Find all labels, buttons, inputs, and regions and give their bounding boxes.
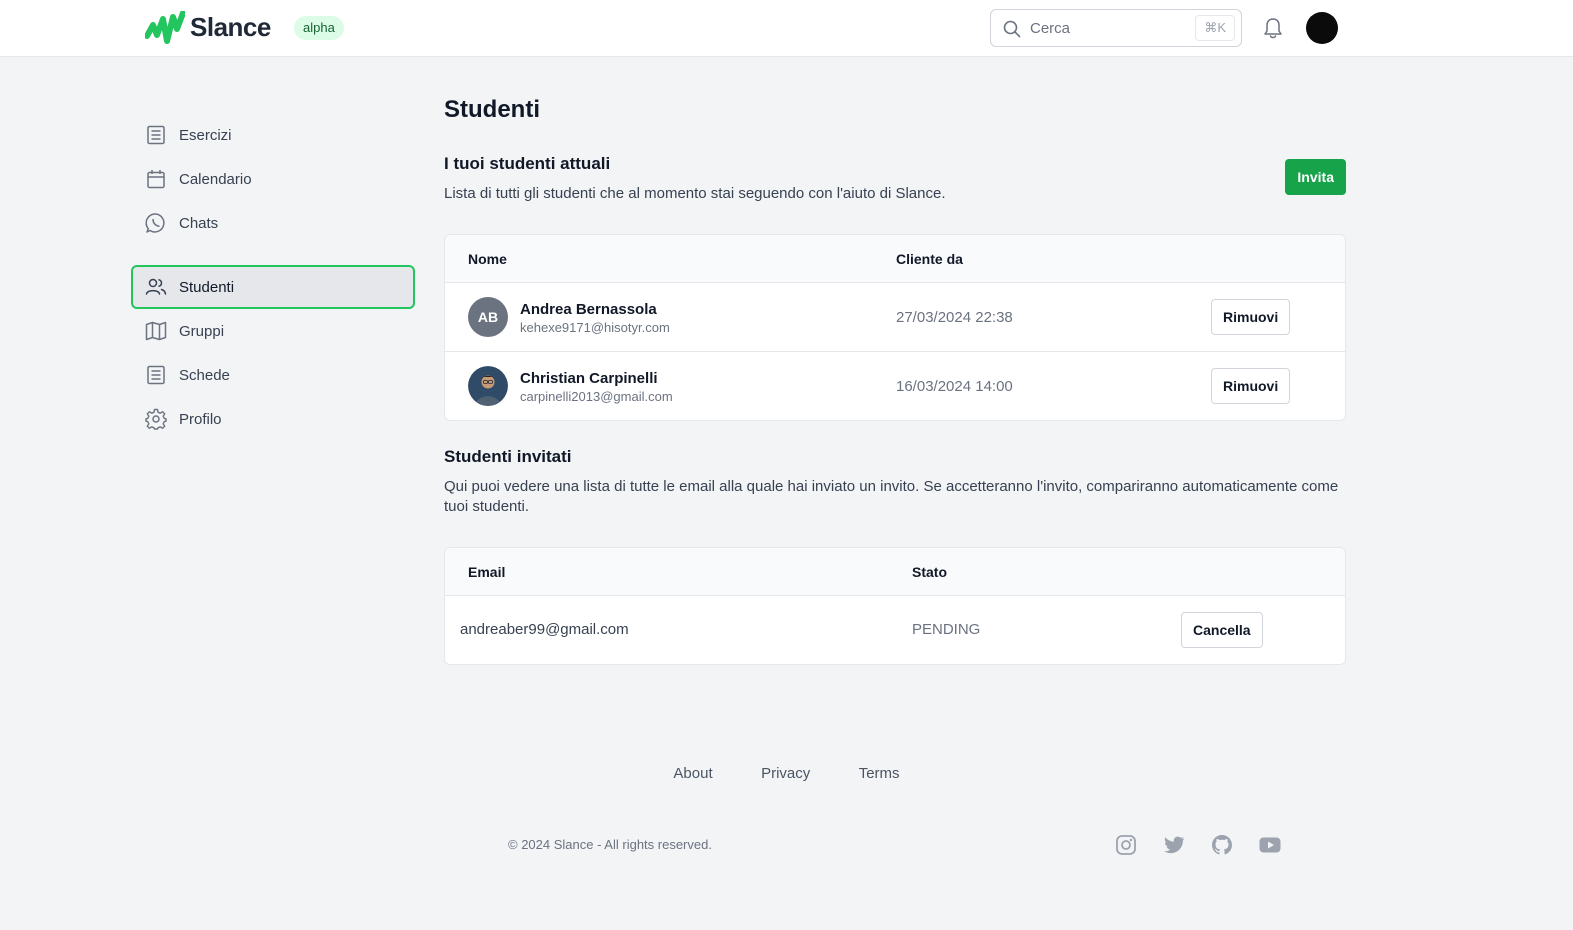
instagram-icon[interactable] [1115, 834, 1137, 856]
column-header-cliente-da: Cliente da [896, 251, 963, 267]
sidebar-item-label: Chats [179, 214, 219, 232]
slance-logo-icon [145, 11, 185, 44]
section-title: Studenti invitati [444, 447, 572, 466]
sidebar-item-studenti[interactable]: Studenti [131, 265, 415, 309]
section-title: I tuoi studenti attuali [444, 154, 611, 173]
invite-button[interactable]: Invita [1285, 159, 1346, 195]
column-header-nome: Nome [468, 251, 507, 267]
client-since: 16/03/2024 14:00 [896, 378, 1013, 395]
document-icon [145, 124, 167, 146]
table-header: Nome Cliente da [445, 235, 1345, 283]
search-input[interactable] [1030, 18, 1180, 38]
student-name: Andrea Bernassola [520, 301, 657, 318]
calendar-icon [145, 168, 167, 190]
user-avatar[interactable] [1306, 12, 1338, 44]
invites-table: Email Stato andreaber99@gmail.com PENDIN… [444, 547, 1346, 665]
sidebar-divider [131, 245, 415, 265]
bell-icon[interactable] [1262, 16, 1284, 40]
column-header-stato: Stato [912, 564, 947, 580]
invite-email: andreaber99@gmail.com [460, 621, 629, 638]
footer-links: About Privacy Terms [0, 765, 1573, 783]
whatsapp-icon [145, 212, 167, 234]
page-title: Studenti [444, 96, 540, 123]
sidebar-item-schede[interactable]: Schede [131, 353, 415, 397]
users-icon [145, 276, 167, 298]
search-shortcut: ⌘K [1195, 15, 1235, 41]
sidebar-item-profilo[interactable]: Profilo [131, 397, 415, 441]
sidebar-item-chats[interactable]: Chats [131, 201, 415, 245]
student-email: carpinelli2013@gmail.com [520, 389, 673, 404]
gear-icon [145, 408, 167, 430]
sidebar-item-label: Schede [179, 366, 230, 384]
footer-link-terms[interactable]: Terms [859, 765, 900, 782]
top-bar: Slance alpha ⌘K [0, 0, 1573, 57]
cancel-button[interactable]: Cancella [1181, 612, 1263, 648]
avatar [468, 366, 508, 406]
sidebar-item-label: Studenti [179, 278, 235, 296]
sidebar-item-label: Esercizi [179, 126, 232, 144]
logo[interactable]: Slance [145, 11, 271, 44]
client-since: 27/03/2024 22:38 [896, 309, 1013, 326]
student-email: kehexe9171@hisotyr.com [520, 320, 670, 335]
avatar: AB [468, 297, 508, 337]
section-description: Qui puoi vedere una lista di tutte le em… [444, 478, 1339, 515]
twitter-icon[interactable] [1163, 834, 1185, 856]
student-name: Christian Carpinelli [520, 370, 658, 387]
table-header: Email Stato [445, 548, 1345, 596]
search-icon [1003, 20, 1021, 38]
sidebar-item-calendario[interactable]: Calendario [131, 157, 415, 201]
logo-text: Slance [190, 12, 271, 42]
sidebar-item-label: Profilo [179, 410, 222, 428]
footer-link-about[interactable]: About [673, 765, 712, 782]
table-row: AB Andrea Bernassola kehexe9171@hisotyr.… [445, 283, 1345, 352]
status-badge: PENDING [912, 621, 981, 638]
remove-button[interactable]: Rimuovi [1211, 299, 1291, 335]
sidebar-item-label: Calendario [179, 170, 252, 188]
footer-link-privacy[interactable]: Privacy [761, 765, 810, 782]
document-icon [145, 364, 167, 386]
map-icon [145, 320, 167, 342]
search-box[interactable]: ⌘K [990, 9, 1242, 47]
social-links [1115, 834, 1307, 856]
section-description: Lista di tutti gli studenti che al momen… [444, 185, 946, 202]
table-row: Christian Carpinelli carpinelli2013@gmai… [445, 352, 1345, 420]
github-icon[interactable] [1211, 834, 1233, 856]
column-header-email: Email [468, 564, 506, 580]
students-table: Nome Cliente da AB Andrea Bernassola keh… [444, 234, 1346, 421]
sidebar-item-gruppi[interactable]: Gruppi [131, 309, 415, 353]
alpha-badge: alpha [294, 16, 344, 40]
table-row: andreaber99@gmail.com PENDING Cancella [445, 596, 1345, 664]
sidebar-item-esercizi[interactable]: Esercizi [131, 113, 415, 157]
invited-students-header: Studenti invitati Qui puoi vedere una li… [444, 447, 1346, 517]
main-content: Studenti I tuoi studenti attuali Lista d… [444, 96, 1346, 665]
youtube-icon[interactable] [1259, 834, 1281, 856]
sidebar-item-label: Gruppi [179, 322, 225, 340]
current-students-header: I tuoi studenti attuali Lista di tutti g… [444, 154, 946, 204]
remove-button[interactable]: Rimuovi [1211, 368, 1291, 404]
copyright: © 2024 Slance - All rights reserved. [508, 837, 712, 852]
sidebar: Esercizi Calendario Chats Studenti Grupp… [131, 113, 415, 441]
